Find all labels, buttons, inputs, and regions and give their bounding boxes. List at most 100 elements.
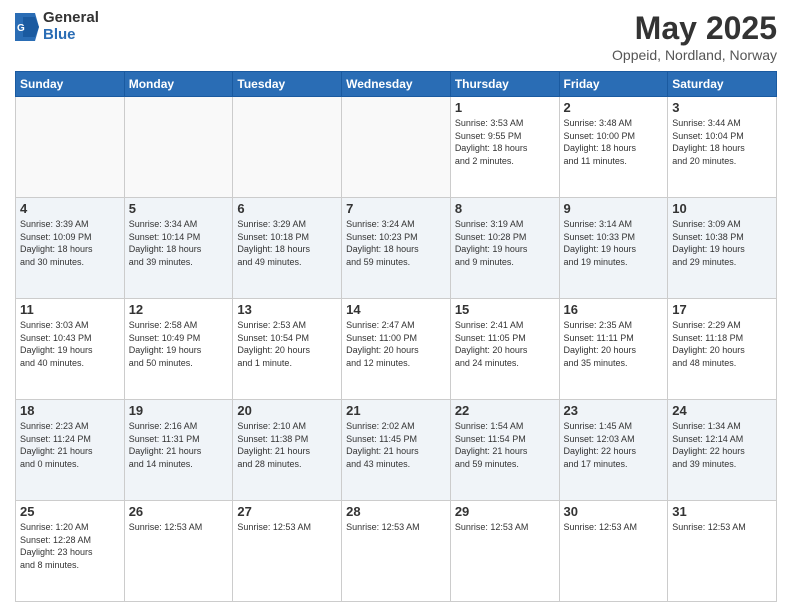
calendar-table: SundayMondayTuesdayWednesdayThursdayFrid… [15,71,777,602]
day-info: Sunrise: 2:47 AM Sunset: 11:00 PM Daylig… [346,319,446,369]
calendar-cell: 5 Sunrise: 3:34 AM Sunset: 10:14 PM Dayli… [124,198,233,299]
calendar-header-wednesday: Wednesday [342,72,451,97]
location: Oppeid, Nordland, Norway [612,47,777,63]
calendar-cell: 28Sunrise: 12:53 AM [342,501,451,602]
day-info: Sunrise: 1:45 AM Sunset: 12:03 AM Daylig… [564,420,664,470]
day-info: Sunrise: 3:03 AM Sunset: 10:43 PM Daylig… [20,319,120,369]
calendar-cell: 11 Sunrise: 3:03 AM Sunset: 10:43 PM Dayl… [16,299,125,400]
logo-icon: G [15,13,39,41]
calendar-cell: 2 Sunrise: 3:48 AM Sunset: 10:00 PM Dayli… [559,97,668,198]
day-info: Sunrise: 3:53 AM Sunset: 9:55 PM Dayligh… [455,117,555,167]
day-info: Sunrise: 12:53 AM [564,521,664,534]
day-number: 1 [455,100,555,115]
month-title: May 2025 [612,10,777,47]
calendar-cell: 25Sunrise: 1:20 AM Sunset: 12:28 AM Dayl… [16,501,125,602]
calendar-header-friday: Friday [559,72,668,97]
calendar-cell: 4 Sunrise: 3:39 AM Sunset: 10:09 PM Dayli… [16,198,125,299]
day-info: Sunrise: 3:19 AM Sunset: 10:28 PM Daylig… [455,218,555,268]
day-info: Sunrise: 3:14 AM Sunset: 10:33 PM Daylig… [564,218,664,268]
calendar-cell: 27 Sunrise: 12:53 AM [233,501,342,602]
calendar-cell: 3 Sunrise: 3:44 AM Sunset: 10:04 PM Dayli… [668,97,777,198]
calendar-cell: 13 Sunrise: 2:53 AM Sunset: 10:54 PM Dayl… [233,299,342,400]
day-number: 26 [129,504,229,519]
day-number: 28 [346,504,446,519]
calendar-cell: 16Sunrise: 2:35 AM Sunset: 11:11 PM Dayl… [559,299,668,400]
calendar-cell [124,97,233,198]
calendar-week-5: 25Sunrise: 1:20 AM Sunset: 12:28 AM Dayl… [16,501,777,602]
day-number: 12 [129,302,229,317]
calendar-header-saturday: Saturday [668,72,777,97]
day-number: 25 [20,504,120,519]
day-number: 15 [455,302,555,317]
logo-blue: Blue [43,27,99,44]
day-info: Sunrise: 2:23 AM Sunset: 11:24 PM Daylig… [20,420,120,470]
calendar-cell: 14 Sunrise: 2:47 AM Sunset: 11:00 PM Dayl… [342,299,451,400]
calendar-cell [342,97,451,198]
calendar-cell: 1 Sunrise: 3:53 AM Sunset: 9:55 PM Daylig… [450,97,559,198]
day-number: 29 [455,504,555,519]
calendar-header-tuesday: Tuesday [233,72,342,97]
day-info: Sunrise: 12:53 AM [237,521,337,534]
logo: G General Blue [15,10,99,43]
day-number: 17 [672,302,772,317]
day-number: 18 [20,403,120,418]
calendar-cell: 24Sunrise: 1:34 AM Sunset: 12:14 AM Dayl… [668,400,777,501]
calendar-cell: 6 Sunrise: 3:29 AM Sunset: 10:18 PM Dayli… [233,198,342,299]
day-number: 2 [564,100,664,115]
day-info: Sunrise: 3:44 AM Sunset: 10:04 PM Daylig… [672,117,772,167]
calendar-week-1: 1 Sunrise: 3:53 AM Sunset: 9:55 PM Daylig… [16,97,777,198]
day-info: Sunrise: 12:53 AM [455,521,555,534]
title-block: May 2025 Oppeid, Nordland, Norway [612,10,777,63]
day-number: 11 [20,302,120,317]
calendar-cell: 12 Sunrise: 2:58 AM Sunset: 10:49 PM Dayl… [124,299,233,400]
day-number: 8 [455,201,555,216]
day-number: 16 [564,302,664,317]
calendar-cell: 9 Sunrise: 3:14 AM Sunset: 10:33 PM Dayli… [559,198,668,299]
day-number: 30 [564,504,664,519]
day-number: 20 [237,403,337,418]
day-number: 27 [237,504,337,519]
day-number: 6 [237,201,337,216]
calendar-cell: 23Sunrise: 1:45 AM Sunset: 12:03 AM Dayl… [559,400,668,501]
day-number: 22 [455,403,555,418]
calendar-cell: 8 Sunrise: 3:19 AM Sunset: 10:28 PM Dayli… [450,198,559,299]
calendar-cell: 30 Sunrise: 12:53 AM [559,501,668,602]
day-info: Sunrise: 3:29 AM Sunset: 10:18 PM Daylig… [237,218,337,268]
calendar-week-3: 11 Sunrise: 3:03 AM Sunset: 10:43 PM Dayl… [16,299,777,400]
day-number: 14 [346,302,446,317]
calendar-cell [16,97,125,198]
day-info: Sunrise: 1:34 AM Sunset: 12:14 AM Daylig… [672,420,772,470]
day-info: Sunrise: 2:58 AM Sunset: 10:49 PM Daylig… [129,319,229,369]
calendar-cell: 29 Sunrise: 12:53 AM [450,501,559,602]
day-number: 31 [672,504,772,519]
day-info: Sunrise: 2:10 AM Sunset: 11:38 PM Daylig… [237,420,337,470]
day-info: Sunrise: 3:09 AM Sunset: 10:38 PM Daylig… [672,218,772,268]
day-number: 7 [346,201,446,216]
day-info: Sunrise: 3:34 AM Sunset: 10:14 PM Daylig… [129,218,229,268]
day-info: Sunrise: 2:02 AM Sunset: 11:45 PM Daylig… [346,420,446,470]
calendar-cell: 20 Sunrise: 2:10 AM Sunset: 11:38 PM Dayl… [233,400,342,501]
calendar-header-sunday: Sunday [16,72,125,97]
day-number: 4 [20,201,120,216]
day-number: 5 [129,201,229,216]
calendar-cell: 17 Sunrise: 2:29 AM Sunset: 11:18 PM Dayl… [668,299,777,400]
calendar-header-thursday: Thursday [450,72,559,97]
day-number: 3 [672,100,772,115]
day-number: 9 [564,201,664,216]
page: G General Blue May 2025 Oppeid, Nordland… [0,0,792,612]
day-info: Sunrise: 3:24 AM Sunset: 10:23 PM Daylig… [346,218,446,268]
day-info: Sunrise: 3:48 AM Sunset: 10:00 PM Daylig… [564,117,664,167]
day-info: Sunrise: 1:54 AM Sunset: 11:54 PM Daylig… [455,420,555,470]
day-number: 10 [672,201,772,216]
day-info: Sunrise: 2:53 AM Sunset: 10:54 PM Daylig… [237,319,337,369]
day-info: Sunrise: 2:29 AM Sunset: 11:18 PM Daylig… [672,319,772,369]
calendar-cell: 18 Sunrise: 2:23 AM Sunset: 11:24 PM Dayl… [16,400,125,501]
logo-general: General [43,10,99,27]
day-number: 13 [237,302,337,317]
calendar-cell: 26Sunrise: 12:53 AM [124,501,233,602]
day-info: Sunrise: 2:16 AM Sunset: 11:31 PM Daylig… [129,420,229,470]
calendar-week-4: 18 Sunrise: 2:23 AM Sunset: 11:24 PM Dayl… [16,400,777,501]
calendar-cell: 31 Sunrise: 12:53 AM [668,501,777,602]
day-info: Sunrise: 12:53 AM [672,521,772,534]
day-info: Sunrise: 3:39 AM Sunset: 10:09 PM Daylig… [20,218,120,268]
